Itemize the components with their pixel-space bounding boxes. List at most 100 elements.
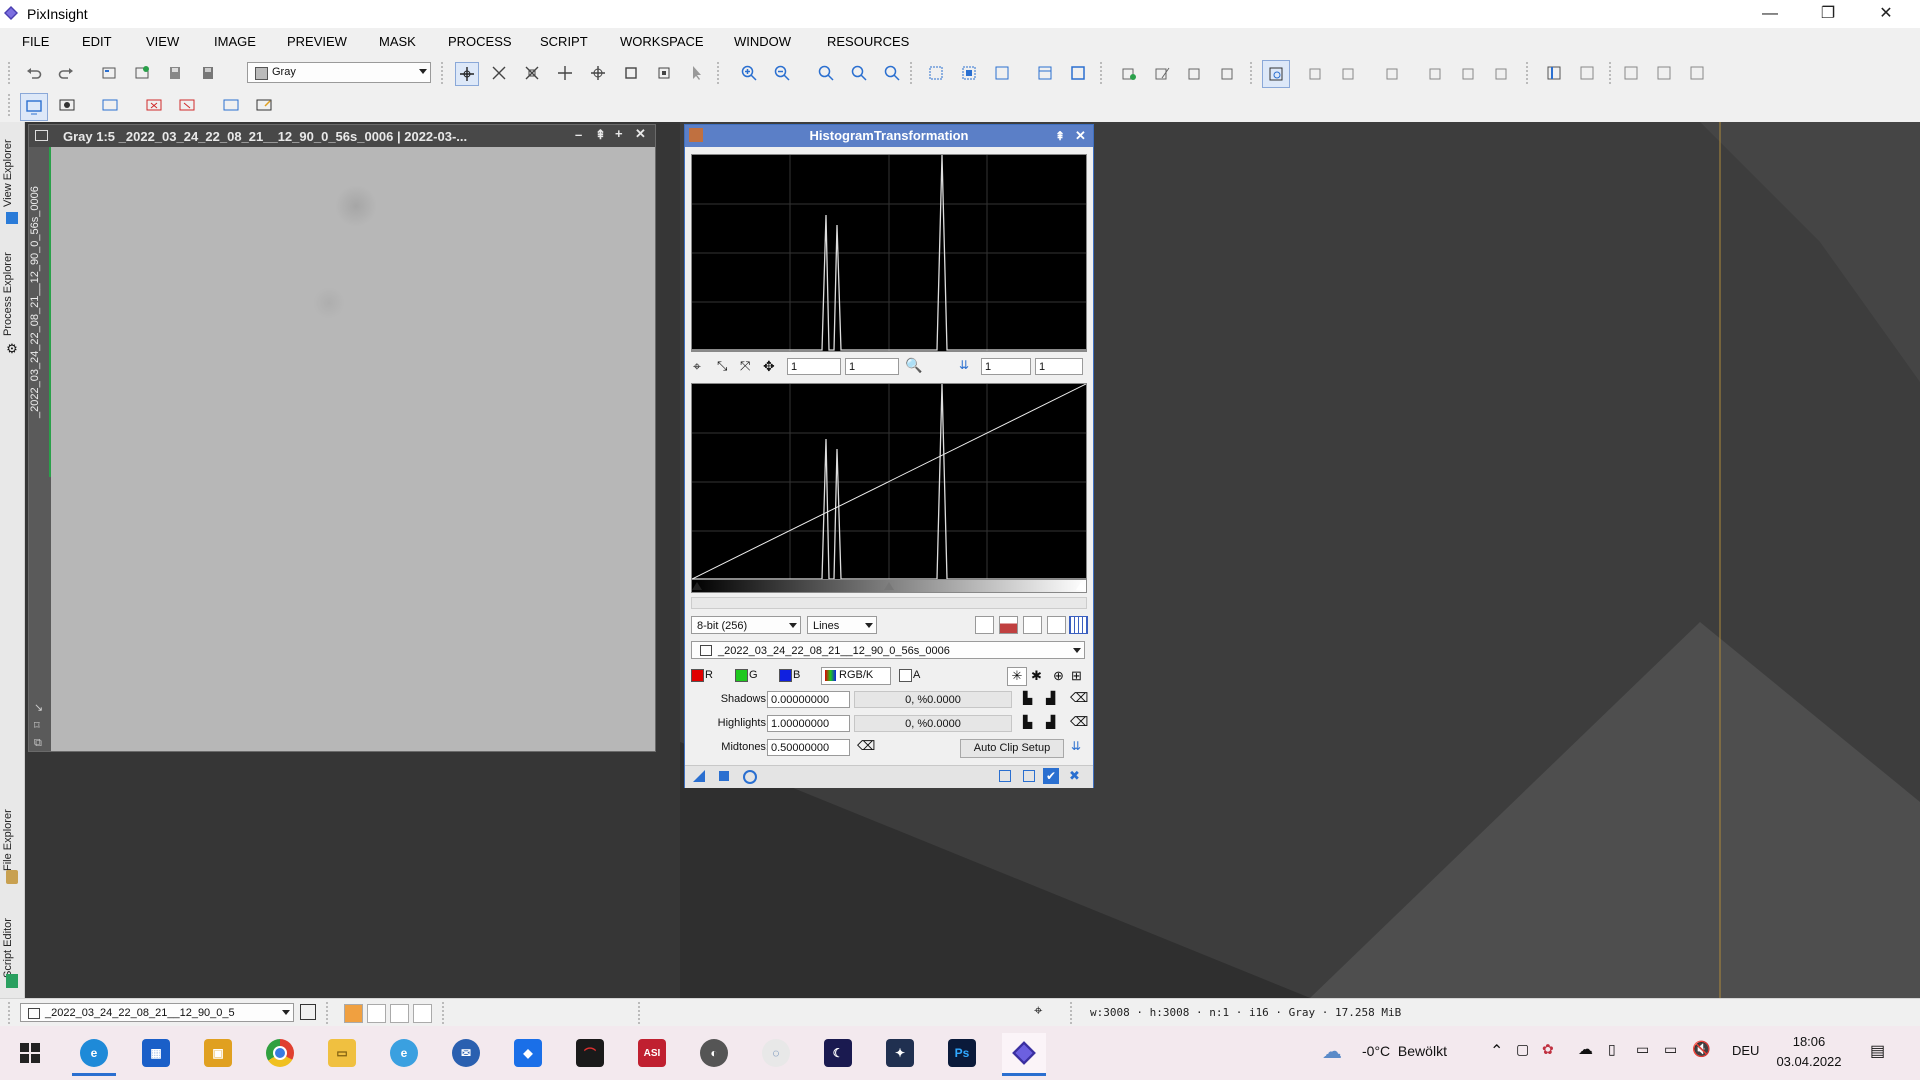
color-space-select[interactable]: Gray: [247, 62, 431, 83]
highlights-input[interactable]: 1.00000000: [767, 715, 850, 732]
target-view-select[interactable]: _2022_03_24_22_08_21__12_90_0_56s_0006: [691, 641, 1085, 659]
readout-icon[interactable]: ⌖: [693, 358, 701, 375]
close-window-icon[interactable]: ✕: [635, 126, 646, 142]
blue-channel-swatch[interactable]: [779, 669, 792, 682]
view-selector[interactable]: _2022_03_24_22_08_21__12_90_0_5: [20, 1003, 294, 1022]
color-space-select-field[interactable]: Gray: [247, 62, 431, 83]
image-identifier-tab[interactable]: _2022_03_24_22_08_21__12_90_0_56s_0006: [29, 167, 51, 437]
app-icon[interactable]: ☾: [816, 1033, 860, 1073]
menu-workspace[interactable]: WORKSPACE: [620, 34, 704, 49]
onedrive-icon[interactable]: ☁: [1578, 1040, 1593, 1058]
reset-all-icon[interactable]: ✖: [1069, 768, 1080, 784]
edit-preview-icon[interactable]: [1151, 62, 1173, 84]
alpha-channel-swatch[interactable]: [899, 669, 912, 682]
grid-icon[interactable]: [1069, 616, 1088, 634]
graph-grid-icon[interactable]: [1023, 616, 1042, 634]
arrow-icon[interactable]: ↘: [34, 701, 43, 714]
red-channel-swatch[interactable]: [691, 669, 704, 682]
vertical-zoom-input[interactable]: 1: [845, 358, 899, 375]
expand-icon[interactable]: ⇊: [1071, 739, 1081, 753]
fit-view-icon[interactable]: [521, 62, 543, 84]
apply-icon[interactable]: [719, 771, 729, 781]
weather-icon[interactable]: ☁: [1322, 1039, 1342, 1064]
output-histogram-plot[interactable]: [691, 383, 1087, 581]
undo-icon[interactable]: [23, 62, 45, 84]
mask-visible-icon[interactable]: [1262, 60, 1290, 88]
zoom-out-icon[interactable]: [771, 62, 793, 84]
explorer-panel-icon[interactable]: [1543, 62, 1565, 84]
app-icon[interactable]: ⌒: [568, 1033, 612, 1073]
copy-mini-icon[interactable]: ⧉: [34, 737, 42, 750]
app-icon[interactable]: ▣: [196, 1033, 240, 1073]
edge-icon[interactable]: e: [72, 1033, 116, 1076]
curve-icon[interactable]: [1047, 616, 1066, 634]
ie-icon[interactable]: e: [382, 1033, 426, 1073]
photoshop-icon[interactable]: Ps: [940, 1033, 984, 1073]
color-swatch-4[interactable]: [413, 1004, 432, 1023]
midtones-input[interactable]: 0.50000000: [767, 739, 850, 756]
view-settings-icon[interactable]: [300, 1004, 316, 1020]
device-icon[interactable]: ▢: [1516, 1041, 1529, 1058]
notification-center-icon[interactable]: ▤: [1870, 1041, 1885, 1061]
output-vertical-zoom-input[interactable]: 1: [1035, 358, 1083, 375]
preview-tool-icon[interactable]: [1184, 62, 1206, 84]
notification-app-icon[interactable]: ✿: [1542, 1041, 1554, 1058]
menu-script[interactable]: SCRIPT: [540, 34, 588, 49]
pointer-icon[interactable]: [686, 62, 708, 84]
mask-color-icon[interactable]: [1491, 62, 1513, 84]
menu-process[interactable]: PROCESS: [448, 34, 512, 49]
midtones-reset-icon[interactable]: ⌫: [857, 738, 875, 754]
image-window[interactable]: Gray 1:5 _2022_03_24_22_08_21__12_90_0_5…: [28, 124, 656, 752]
chevron-up-icon[interactable]: ⌃: [1490, 1041, 1503, 1061]
mask-invert-icon[interactable]: [1338, 62, 1360, 84]
shadows-reset-icon[interactable]: ⌫: [1070, 690, 1088, 706]
script-icon[interactable]: [1620, 62, 1642, 84]
process-console-icon[interactable]: [1576, 62, 1598, 84]
green-channel-label[interactable]: G: [749, 669, 758, 681]
resolution-select[interactable]: 8-bit (256): [691, 616, 801, 634]
app-icon[interactable]: ✦: [878, 1033, 922, 1073]
crop-icon[interactable]: [620, 62, 642, 84]
graph-axis-icon[interactable]: [975, 616, 994, 634]
workspace-close-icon[interactable]: [176, 95, 198, 117]
close-window-icon[interactable]: ✕: [1075, 125, 1086, 147]
new-instance-icon[interactable]: [693, 770, 705, 782]
settings-icon[interactable]: ✱: [1031, 668, 1042, 684]
chrome-icon[interactable]: [258, 1033, 302, 1073]
mask-show-icon[interactable]: [1425, 62, 1447, 84]
apply-global-icon[interactable]: [743, 770, 757, 784]
language-indicator[interactable]: DEU: [1732, 1043, 1759, 1058]
alpha-channel-label[interactable]: A: [913, 669, 920, 681]
minimize-button[interactable]: —: [1742, 0, 1798, 28]
new-preview-icon[interactable]: [1118, 62, 1140, 84]
clock-time[interactable]: 18:06: [1776, 1034, 1842, 1049]
horizontal-zoom-input[interactable]: 1: [787, 358, 841, 375]
workspace-1-icon[interactable]: [20, 93, 48, 121]
workspace-delete-icon[interactable]: [143, 95, 165, 117]
workspace-move-icon[interactable]: [220, 95, 242, 117]
fit-view-icon[interactable]: ⤧: [740, 358, 750, 374]
explorer-icon[interactable]: ▭: [320, 1033, 364, 1073]
clock-date[interactable]: 03.04.2022: [1774, 1054, 1844, 1069]
midtones-handle[interactable]: [884, 582, 894, 590]
red-channel-label[interactable]: R: [705, 669, 713, 681]
auto-zero-icon[interactable]: ✳: [1007, 667, 1027, 686]
crosshair-icon[interactable]: ⌖: [1034, 1002, 1042, 1019]
pan-icon[interactable]: [554, 62, 576, 84]
zoom-in-icon[interactable]: [738, 62, 760, 84]
redo-icon[interactable]: [55, 62, 77, 84]
asi-icon[interactable]: ASI: [630, 1033, 674, 1073]
scroll-bar[interactable]: [691, 597, 1087, 609]
battery-icon[interactable]: ▭: [1664, 1041, 1677, 1058]
center-icon[interactable]: [587, 62, 609, 84]
blue-channel-label[interactable]: B: [793, 669, 800, 681]
zoom-icon[interactable]: 🔍: [905, 357, 922, 374]
mask-enable-icon[interactable]: [1382, 62, 1404, 84]
mask-icon[interactable]: [1305, 62, 1327, 84]
shade-icon[interactable]: ⇞: [1055, 125, 1065, 147]
script-run-icon[interactable]: [1653, 62, 1675, 84]
auto-clip-setup-button[interactable]: Auto Clip Setup: [960, 739, 1064, 758]
save-icon[interactable]: [164, 62, 186, 84]
menu-image[interactable]: IMAGE: [214, 34, 256, 49]
gradient-slider[interactable]: [691, 579, 1087, 593]
